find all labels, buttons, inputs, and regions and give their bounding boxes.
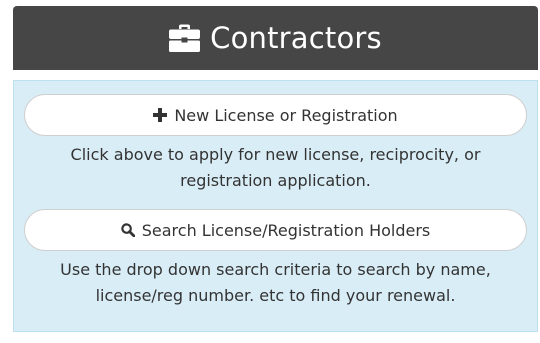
search-license-holders-button[interactable]: Search License/Registration Holders <box>24 209 527 251</box>
card-body: New License or Registration Click above … <box>13 80 538 332</box>
contractors-card: Contractors New License or Registration … <box>13 6 538 332</box>
new-license-description: Click above to apply for new license, re… <box>70 145 481 190</box>
new-license-button[interactable]: New License or Registration <box>24 94 527 136</box>
card-title: Contractors <box>210 20 382 55</box>
card-header: Contractors <box>13 6 538 70</box>
plus-icon <box>153 108 168 122</box>
briefcase-icon <box>169 24 201 52</box>
search-license-holders-description: Use the drop down search criteria to sea… <box>60 260 491 305</box>
new-license-label: New License or Registration <box>174 105 398 125</box>
search-icon <box>121 223 135 237</box>
search-license-holders-label: Search License/Registration Holders <box>141 220 431 240</box>
